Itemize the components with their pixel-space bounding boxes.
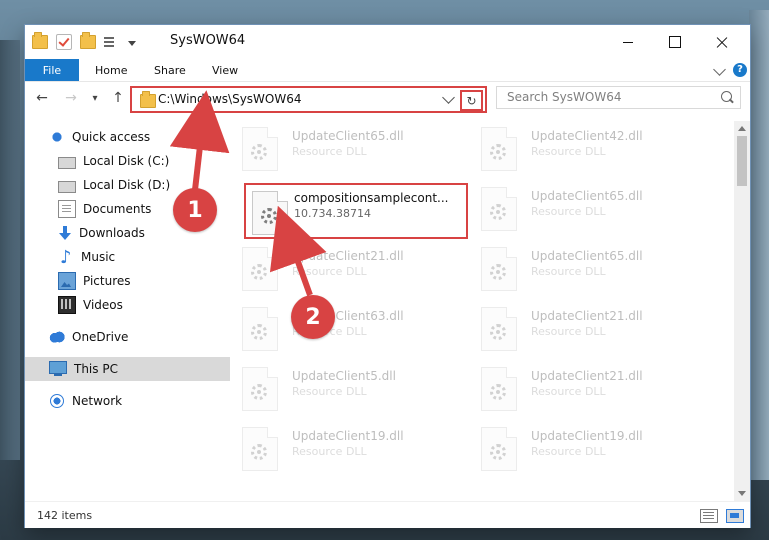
step-marker-2: 2 bbox=[291, 295, 335, 339]
arrow-to-address-bar bbox=[169, 90, 230, 191]
annotation-arrows bbox=[169, 90, 327, 297]
step-marker-1: 1 bbox=[173, 188, 217, 232]
arrow-to-file bbox=[269, 205, 327, 297]
